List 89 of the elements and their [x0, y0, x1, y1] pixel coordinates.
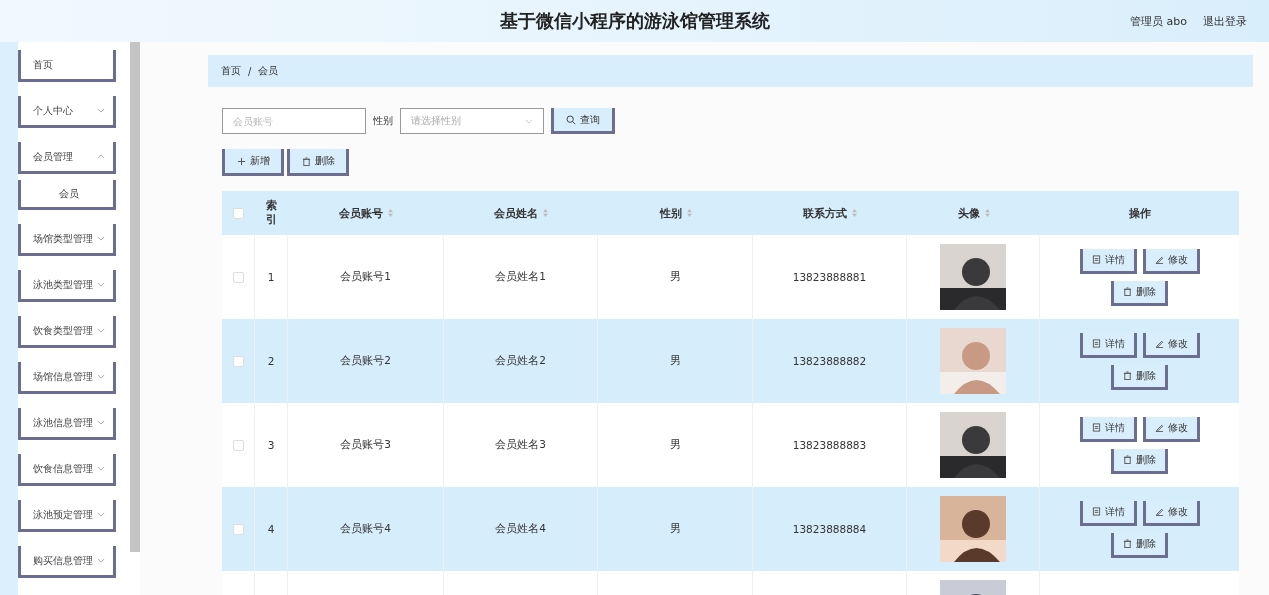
document-icon — [1091, 507, 1101, 516]
column-header: 索引 — [265, 198, 278, 228]
menu-item[interactable]: 饮食类型管理 — [18, 316, 116, 348]
table-cell: 男 — [669, 522, 681, 536]
trash-icon — [1123, 539, 1132, 548]
sort-icon[interactable] — [984, 209, 990, 217]
row-checkbox[interactable] — [232, 439, 244, 451]
account-search-field[interactable]: 会员账号 — [222, 108, 366, 134]
trash-icon — [1123, 455, 1132, 464]
menu-item[interactable]: 饮食信息管理 — [18, 454, 116, 486]
breadcrumb-item[interactable]: 首页 — [221, 64, 241, 78]
table-cell: 会员姓名3 — [495, 438, 546, 452]
menu-item[interactable]: 个人中心 — [18, 96, 116, 128]
table-cell: 会员姓名4 — [495, 522, 546, 536]
column-header: 会员姓名 — [494, 205, 538, 221]
table-cell: 13823888882 — [792, 355, 867, 367]
table-cell: 男 — [669, 438, 681, 452]
table-cell: 会员账号3 — [340, 438, 391, 452]
chevron-icon — [525, 118, 533, 124]
table-cell: 男 — [669, 270, 681, 284]
column-header: 联系方式 — [803, 205, 847, 221]
menu-item[interactable]: 泳池类型管理 — [18, 270, 116, 302]
pen-icon — [1154, 255, 1164, 264]
document-icon — [1091, 423, 1101, 432]
breadcrumb-separator: / — [248, 65, 252, 77]
row-action-button[interactable]: 修改 — [1142, 416, 1200, 442]
row-action-button[interactable]: 修改 — [1142, 248, 1200, 274]
pen-icon — [1154, 507, 1164, 516]
table-cell: 4 — [267, 523, 275, 535]
menu-item[interactable]: 首页 — [18, 50, 116, 82]
row-action-button[interactable]: 详情 — [1079, 416, 1137, 442]
row-action-button[interactable]: 删除 — [1111, 364, 1168, 390]
sort-icon[interactable] — [852, 209, 857, 217]
row-action-button[interactable]: 修改 — [1142, 332, 1200, 358]
sort-icon[interactable] — [388, 209, 393, 217]
row-checkbox[interactable] — [232, 523, 244, 535]
trash-icon — [1123, 287, 1132, 296]
row-action-button[interactable]: 详情 — [1079, 332, 1137, 358]
table-cell: 1 — [267, 271, 275, 283]
trash-icon — [1123, 371, 1132, 380]
gender-label: 性别 — [373, 114, 393, 128]
sort-icon[interactable] — [686, 209, 692, 217]
add-button[interactable]: 新增 — [222, 149, 284, 176]
menu-item[interactable]: 会员管理 — [18, 142, 116, 174]
document-icon — [1091, 255, 1101, 264]
menu-item[interactable]: 场馆类型管理 — [18, 224, 116, 256]
row-checkbox[interactable] — [232, 355, 244, 367]
menu-item[interactable]: 泳池预定管理 — [18, 500, 116, 532]
table-cell: 会员姓名1 — [495, 270, 546, 284]
table-cell: 13823888883 — [792, 439, 867, 451]
table-cell: 会员账号1 — [340, 270, 391, 284]
menu-item[interactable]: 场馆信息管理 — [18, 362, 116, 394]
row-action-button[interactable]: 详情 — [1079, 248, 1137, 274]
scrollbar[interactable] — [130, 42, 140, 552]
pen-icon — [1154, 339, 1164, 348]
trash-icon — [301, 156, 311, 166]
breadcrumb-item[interactable]: 会员 — [258, 64, 279, 78]
sort-icon[interactable] — [543, 209, 548, 217]
table-cell: 会员姓名2 — [495, 354, 546, 368]
row-action-button[interactable]: 删除 — [1111, 532, 1168, 558]
document-icon — [1091, 339, 1101, 348]
pen-icon — [1154, 423, 1164, 432]
delete-button[interactable]: 删除 — [287, 149, 349, 176]
table-cell: 3 — [267, 439, 275, 451]
row-action-button[interactable]: 删除 — [1111, 448, 1168, 474]
select-all-checkbox[interactable] — [233, 207, 244, 219]
row-action-button[interactable]: 删除 — [1111, 280, 1168, 306]
table-cell: 男 — [669, 354, 681, 368]
table-cell: 会员账号2 — [340, 354, 391, 368]
submenu-item[interactable]: 会员 — [18, 180, 116, 210]
column-header: 会员账号 — [339, 205, 383, 221]
menu-item[interactable]: 购买信息管理 — [18, 546, 116, 578]
table-cell: 2 — [267, 355, 275, 367]
app-title: 基于微信小程序的游泳馆管理系统 — [499, 9, 770, 33]
row-action-button[interactable]: 详情 — [1079, 500, 1137, 526]
plus-icon — [236, 156, 246, 166]
row-checkbox[interactable] — [232, 271, 244, 283]
table-cell: 13823888881 — [792, 271, 867, 283]
column-header: 操作 — [1128, 205, 1151, 221]
search-icon — [566, 114, 576, 125]
row-action-button[interactable]: 修改 — [1142, 500, 1200, 526]
logout-link[interactable]: 退出登录 — [1203, 14, 1247, 29]
menu-item[interactable]: 泳池信息管理 — [18, 408, 116, 440]
table-cell: 会员账号4 — [340, 522, 391, 536]
table-cell: 13823888884 — [792, 523, 867, 535]
column-header: 性别 — [659, 205, 682, 221]
user-name: 管理员 abo — [1130, 14, 1187, 29]
column-header: 头像 — [957, 205, 980, 221]
query-button[interactable]: 查询 — [551, 108, 615, 134]
